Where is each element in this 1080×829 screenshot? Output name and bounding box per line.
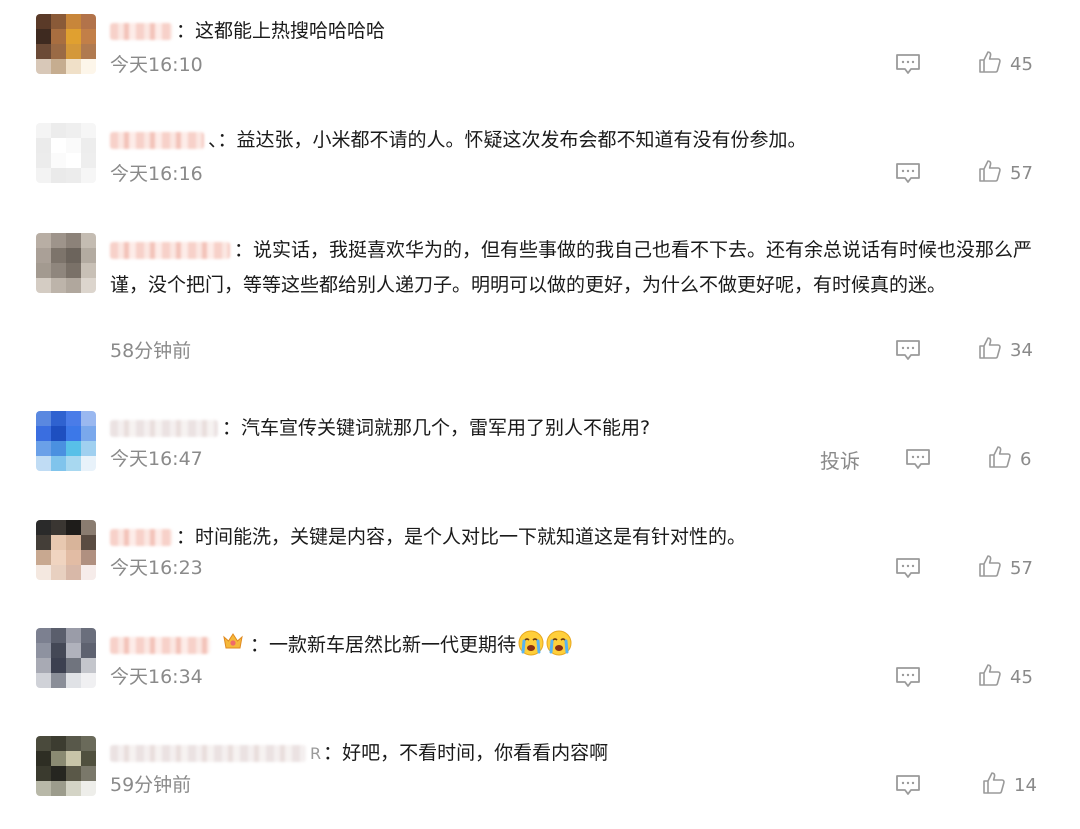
- like-button[interactable]: 57: [978, 159, 1033, 188]
- comment-content: ：汽车宣传关键词就那几个，雷军用了别人不能用?: [110, 411, 1040, 446]
- separator: ：: [323, 742, 343, 764]
- comment-text: 这都能上热搜哈哈哈哈: [195, 20, 386, 42]
- comment-content: ：一款新车居然比新一代更期待: [110, 628, 1040, 668]
- avatar[interactable]: [36, 14, 96, 74]
- comment-time: 今天16:34: [110, 666, 203, 688]
- separator: ：: [176, 526, 196, 548]
- comment-icon: [895, 54, 921, 79]
- thumbs-up-icon: [978, 50, 1002, 79]
- comment-content: R ：好吧，不看时间，你看看内容啊: [110, 736, 1040, 771]
- avatar[interactable]: [36, 736, 96, 796]
- comment-text: 一款新车居然比新一代更期待: [269, 634, 517, 656]
- blurred-username[interactable]: [110, 529, 172, 546]
- avatar[interactable]: [36, 123, 96, 183]
- separator: ：: [222, 417, 242, 439]
- thumbs-up-icon: [978, 159, 1002, 188]
- reply-button[interactable]: [895, 53, 921, 75]
- reply-button[interactable]: [895, 162, 921, 184]
- thumbs-up-icon: [978, 554, 1002, 583]
- blurred-username[interactable]: [110, 132, 204, 149]
- comment-time: 今天16:47: [110, 448, 203, 470]
- blurred-username[interactable]: [110, 242, 230, 259]
- avatar[interactable]: [36, 233, 96, 293]
- separator: ：: [250, 634, 270, 656]
- comment-icon: [895, 163, 921, 188]
- comment-icon: [895, 558, 921, 583]
- comment-text: 时间能洗，关键是内容，是个人对比一下就知道这是有针对性的。: [195, 526, 747, 548]
- comment-content: 、：益达张，小米都不请的人。怀疑这次发布会都不知道有没有份参加。: [110, 123, 1040, 158]
- comment-content: ：时间能洗，关键是内容，是个人对比一下就知道这是有针对性的。: [110, 520, 1040, 555]
- avatar[interactable]: [36, 411, 96, 471]
- blurred-username[interactable]: [110, 420, 218, 437]
- like-button[interactable]: 14: [982, 771, 1037, 800]
- username-tail[interactable]: R: [310, 744, 321, 763]
- crown-badge-icon: [222, 628, 244, 663]
- comment-icon: [895, 775, 921, 800]
- like-count: 14: [1014, 774, 1037, 796]
- avatar[interactable]: [36, 628, 96, 688]
- comment-text: 汽车宣传关键词就那几个，雷军用了别人不能用?: [241, 417, 651, 439]
- blurred-username[interactable]: [110, 637, 210, 654]
- comment-content: ：这都能上热搜哈哈哈哈: [110, 14, 1040, 49]
- like-count: 34: [1010, 339, 1033, 361]
- thumbs-up-icon: [982, 771, 1006, 800]
- blurred-username[interactable]: [110, 745, 306, 762]
- comment-time: 59分钟前: [110, 774, 192, 796]
- reply-button[interactable]: [895, 774, 921, 796]
- like-count: 57: [1010, 557, 1033, 579]
- separator: ：: [234, 239, 254, 261]
- thumbs-up-icon: [978, 663, 1002, 692]
- thumbs-up-icon: [988, 445, 1012, 474]
- comment-content: ：说实话，我挺喜欢华为的，但有些事做的我自己也看不下去。还有余总说话有时候也没那…: [110, 233, 1040, 303]
- comment-text: 益达张，小米都不请的人。怀疑这次发布会都不知道有没有份参加。: [236, 129, 807, 151]
- blurred-username[interactable]: [110, 23, 172, 40]
- reply-button[interactable]: [895, 557, 921, 579]
- comment-icon: [905, 449, 931, 474]
- comment-time: 58分钟前: [110, 340, 192, 362]
- like-count: 45: [1010, 666, 1033, 688]
- reply-button[interactable]: [905, 448, 931, 470]
- like-count: 57: [1010, 162, 1033, 184]
- like-button[interactable]: 45: [978, 50, 1033, 79]
- like-count: 6: [1020, 448, 1032, 470]
- comment-icon: [895, 340, 921, 365]
- separator: 、：: [208, 129, 237, 151]
- separator: ：: [176, 20, 196, 42]
- avatar[interactable]: [36, 520, 96, 580]
- comment-text: 好吧，不看时间，你看看内容啊: [342, 742, 609, 764]
- like-button[interactable]: 6: [988, 445, 1032, 474]
- comment-time: 今天16:10: [110, 54, 203, 76]
- crying-emoji-icon: [546, 630, 572, 668]
- comment-time: 今天16:16: [110, 163, 203, 185]
- comment-icon: [895, 667, 921, 692]
- comment-time: 今天16:23: [110, 557, 203, 579]
- thumbs-up-icon: [978, 336, 1002, 365]
- like-button[interactable]: 45: [978, 663, 1033, 692]
- report-button[interactable]: 投诉: [820, 445, 860, 474]
- like-button[interactable]: 57: [978, 554, 1033, 583]
- crying-emoji-icon: [518, 630, 544, 668]
- like-button[interactable]: 34: [978, 336, 1033, 365]
- like-count: 45: [1010, 53, 1033, 75]
- reply-button[interactable]: [895, 339, 921, 361]
- reply-button[interactable]: [895, 666, 921, 688]
